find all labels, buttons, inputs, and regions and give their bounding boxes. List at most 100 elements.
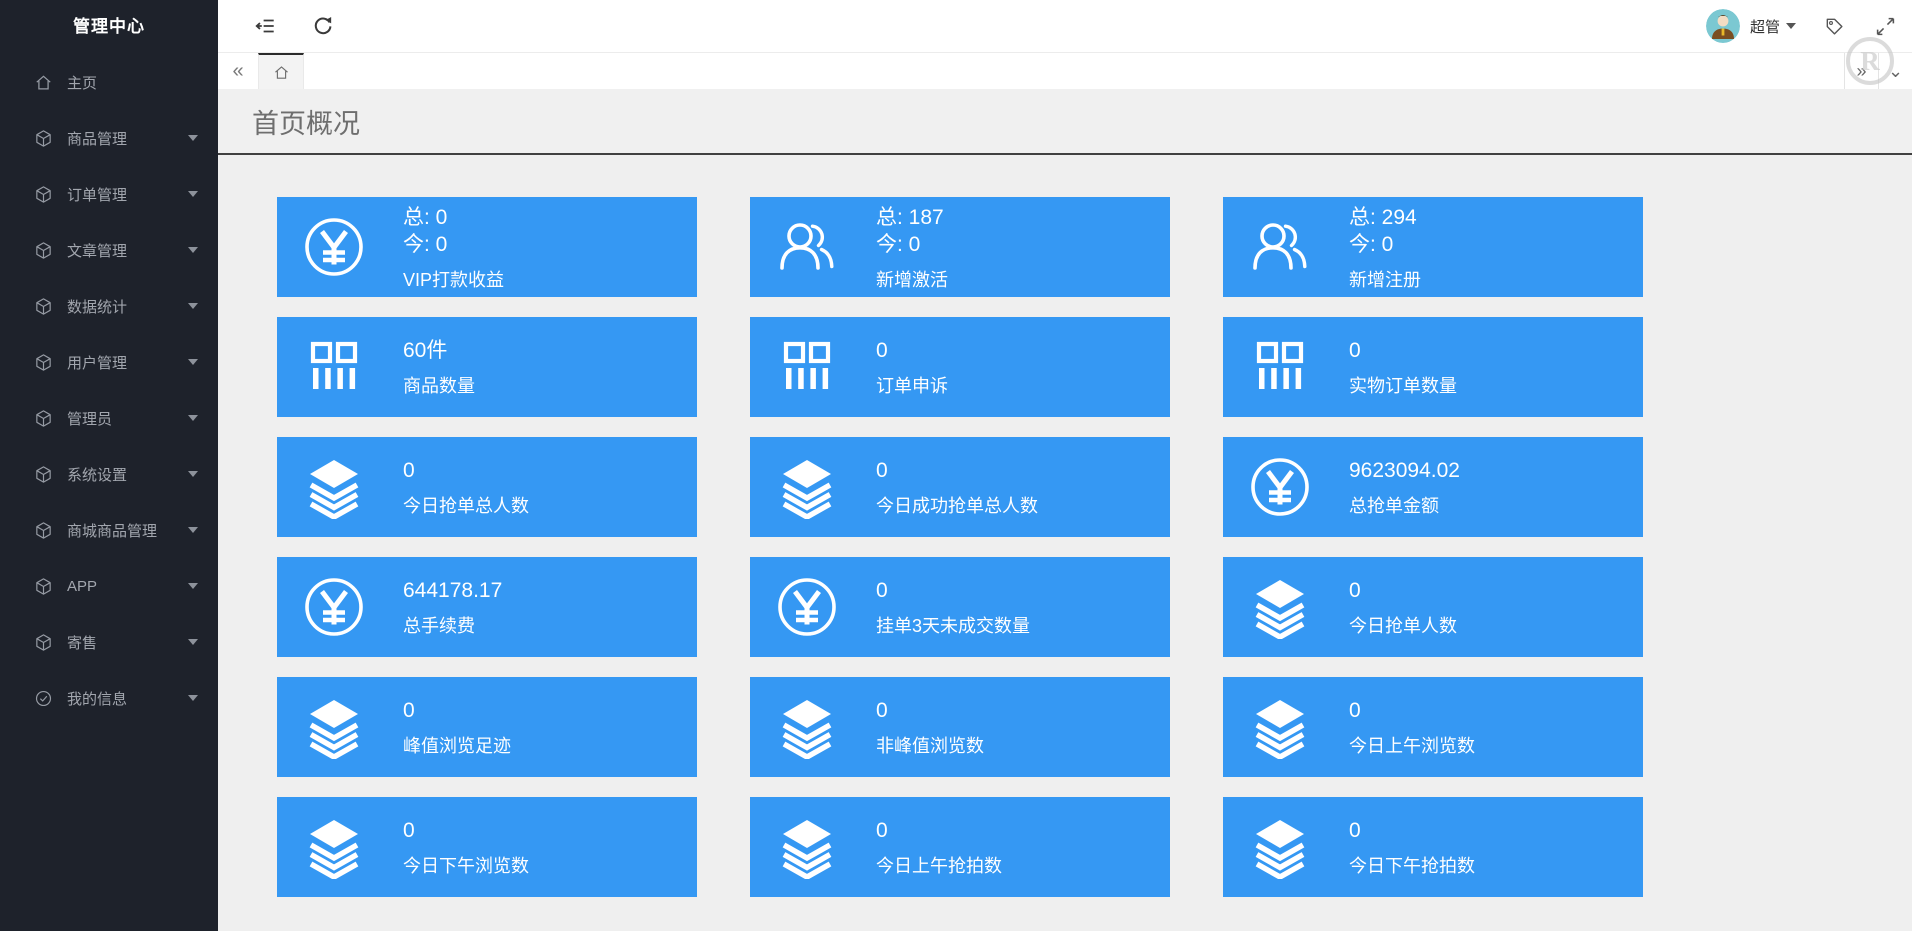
sidebar-item-orders[interactable]: 订单管理 xyxy=(0,166,218,222)
card-label: 今日上午抢拍数 xyxy=(876,856,1002,876)
sidebar-item-admins[interactable]: 管理员 xyxy=(0,390,218,446)
stat-card-order-appeals: 0 订单申诉 xyxy=(750,317,1170,417)
sidebar-item-users[interactable]: 用户管理 xyxy=(0,334,218,390)
stat-card-total-grab-amount: 9623094.02 总抢单金额 xyxy=(1223,437,1643,537)
sidebar-item-mall-products[interactable]: 商城商品管理 xyxy=(0,502,218,558)
card-value: 0 xyxy=(1349,339,1361,362)
card-label: VIP打款收益 xyxy=(403,269,505,290)
sidebar: 管理中心 主页 商品管理 订单管理 文章管理 数据统计 用户管理 管理员 系统设… xyxy=(0,0,218,931)
sidebar-item-articles[interactable]: 文章管理 xyxy=(0,222,218,278)
tab-spacer xyxy=(304,53,1844,89)
card-value: 0 xyxy=(403,459,415,482)
toolbar-right: 超管 xyxy=(1705,9,1896,43)
grid-icon xyxy=(301,335,367,399)
card-value: 0 xyxy=(403,699,415,722)
cube-icon xyxy=(34,297,53,316)
card-label: 新增激活 xyxy=(876,269,948,290)
sidebar-item-label: 系统设置 xyxy=(67,466,128,484)
cube-icon xyxy=(34,633,53,652)
stat-card-today-morning-grabs: 0 今日上午抢拍数 xyxy=(750,797,1170,897)
sidebar-item-settings[interactable]: 系统设置 xyxy=(0,446,218,502)
users-icon xyxy=(774,215,840,279)
sidebar-item-consignment[interactable]: 寄售 xyxy=(0,614,218,670)
fullscreen-icon[interactable] xyxy=(1875,16,1896,37)
card-value: 0 xyxy=(876,339,888,362)
yen-icon xyxy=(774,575,840,639)
refresh-icon[interactable] xyxy=(312,15,334,37)
cube-icon xyxy=(34,185,53,204)
grid-icon xyxy=(774,335,840,399)
app-title: 管理中心 xyxy=(73,17,145,36)
user-dropdown-caret-icon[interactable] xyxy=(1786,23,1796,29)
card-value: 60件 xyxy=(403,339,448,362)
stat-card-pending-3days: 0 挂单3天未成交数量 xyxy=(750,557,1170,657)
card-label: 总抢单金额 xyxy=(1349,496,1439,516)
sidebar-item-label: 文章管理 xyxy=(67,242,128,260)
card-value-2: 今: 0 xyxy=(1349,232,1394,256)
users-icon xyxy=(1247,215,1313,279)
card-value: 0 xyxy=(876,579,888,602)
chevron-down-icon xyxy=(188,695,198,701)
user-name[interactable]: 超管 xyxy=(1750,16,1780,37)
page-header: 首页概况 xyxy=(218,89,1912,155)
card-label: 总手续费 xyxy=(403,616,475,636)
layers-icon xyxy=(301,815,367,879)
stat-card-physical-orders: 0 实物订单数量 xyxy=(1223,317,1643,417)
layers-icon xyxy=(774,695,840,759)
layers-icon xyxy=(1247,815,1313,879)
card-label: 实物订单数量 xyxy=(1349,376,1457,396)
chevron-down-icon xyxy=(188,247,198,253)
yen-icon xyxy=(1247,455,1313,519)
yen-icon xyxy=(301,215,367,279)
card-label: 今日下午抢拍数 xyxy=(1349,856,1475,876)
card-label: 新增注册 xyxy=(1349,269,1421,290)
card-value: 0 xyxy=(876,459,888,482)
sidebar-item-my-info[interactable]: 我的信息 xyxy=(0,670,218,726)
stat-card-new-registrations: 总: 294 今: 0 新增注册 xyxy=(1223,197,1643,297)
sidebar-item-products[interactable]: 商品管理 xyxy=(0,110,218,166)
cube-icon xyxy=(34,353,53,372)
tab-collapse-icon[interactable]: ⌄ xyxy=(1878,53,1912,89)
fold-menu-icon[interactable] xyxy=(254,15,276,37)
sidebar-item-label: 商城商品管理 xyxy=(67,522,158,540)
sidebar-menu: 主页 商品管理 订单管理 文章管理 数据统计 用户管理 管理员 系统设置 商城商… xyxy=(0,54,218,726)
layers-icon xyxy=(301,695,367,759)
sidebar-item-label: 寄售 xyxy=(67,634,98,652)
layers-icon xyxy=(774,815,840,879)
sidebar-item-statistics[interactable]: 数据统计 xyxy=(0,278,218,334)
card-value: 总: 0 xyxy=(403,205,448,229)
stat-card-today-success-grab-users: 0 今日成功抢单总人数 xyxy=(750,437,1170,537)
card-value-2: 今: 0 xyxy=(876,232,921,256)
grid-icon xyxy=(1247,335,1313,399)
card-value: 9623094.02 xyxy=(1349,459,1460,482)
sidebar-item-app[interactable]: APP xyxy=(0,558,218,614)
card-label: 订单申诉 xyxy=(876,376,948,396)
stat-card-peak-view-traces: 0 峰值浏览足迹 xyxy=(277,677,697,777)
card-value: 0 xyxy=(403,819,415,842)
chevron-down-icon xyxy=(188,471,198,477)
tab-scroll-left-icon[interactable]: « xyxy=(218,53,258,89)
chevron-down-icon xyxy=(188,415,198,421)
sidebar-item-label: APP xyxy=(67,577,98,595)
chevron-down-icon xyxy=(188,527,198,533)
cube-icon xyxy=(34,241,53,260)
avatar[interactable] xyxy=(1705,9,1740,43)
card-value: 0 xyxy=(876,699,888,722)
tag-icon[interactable] xyxy=(1824,16,1845,37)
sidebar-item-label: 用户管理 xyxy=(67,354,128,372)
top-toolbar: 超管 xyxy=(218,0,1912,53)
tab-bar: « » ⌄ xyxy=(218,53,1912,89)
tab-scroll-right-icon[interactable]: » xyxy=(1844,53,1878,89)
cube-icon xyxy=(34,521,53,540)
stat-card-new-activations: 总: 187 今: 0 新增激活 xyxy=(750,197,1170,297)
tab-home[interactable] xyxy=(258,53,304,89)
layers-icon xyxy=(301,455,367,519)
sidebar-item-home[interactable]: 主页 xyxy=(0,54,218,110)
card-value: 0 xyxy=(876,819,888,842)
page-title: 首页概况 xyxy=(252,108,360,139)
content-area: 总: 0 今: 0 VIP打款收益 总: 187 今: 0 新增激活 总: 294 今: … xyxy=(218,155,1912,931)
layers-icon xyxy=(1247,575,1313,639)
sidebar-item-label: 数据统计 xyxy=(67,298,128,316)
card-value: 644178.17 xyxy=(403,579,503,602)
stat-card-today-afternoon-views: 0 今日下午浏览数 xyxy=(277,797,697,897)
